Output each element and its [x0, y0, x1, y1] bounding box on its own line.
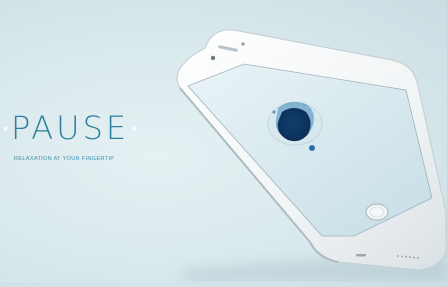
bubble-icon	[272, 110, 276, 114]
home-button-icon[interactable]	[365, 203, 389, 221]
charge-port-icon	[356, 254, 366, 257]
relaxation-blob[interactable]	[277, 108, 311, 142]
bubble-icon	[309, 145, 315, 151]
phone-mockup	[0, 0, 447, 282]
camera-icon	[210, 55, 216, 61]
sensor-icon	[241, 42, 245, 46]
phone-illustration	[176, 29, 447, 282]
